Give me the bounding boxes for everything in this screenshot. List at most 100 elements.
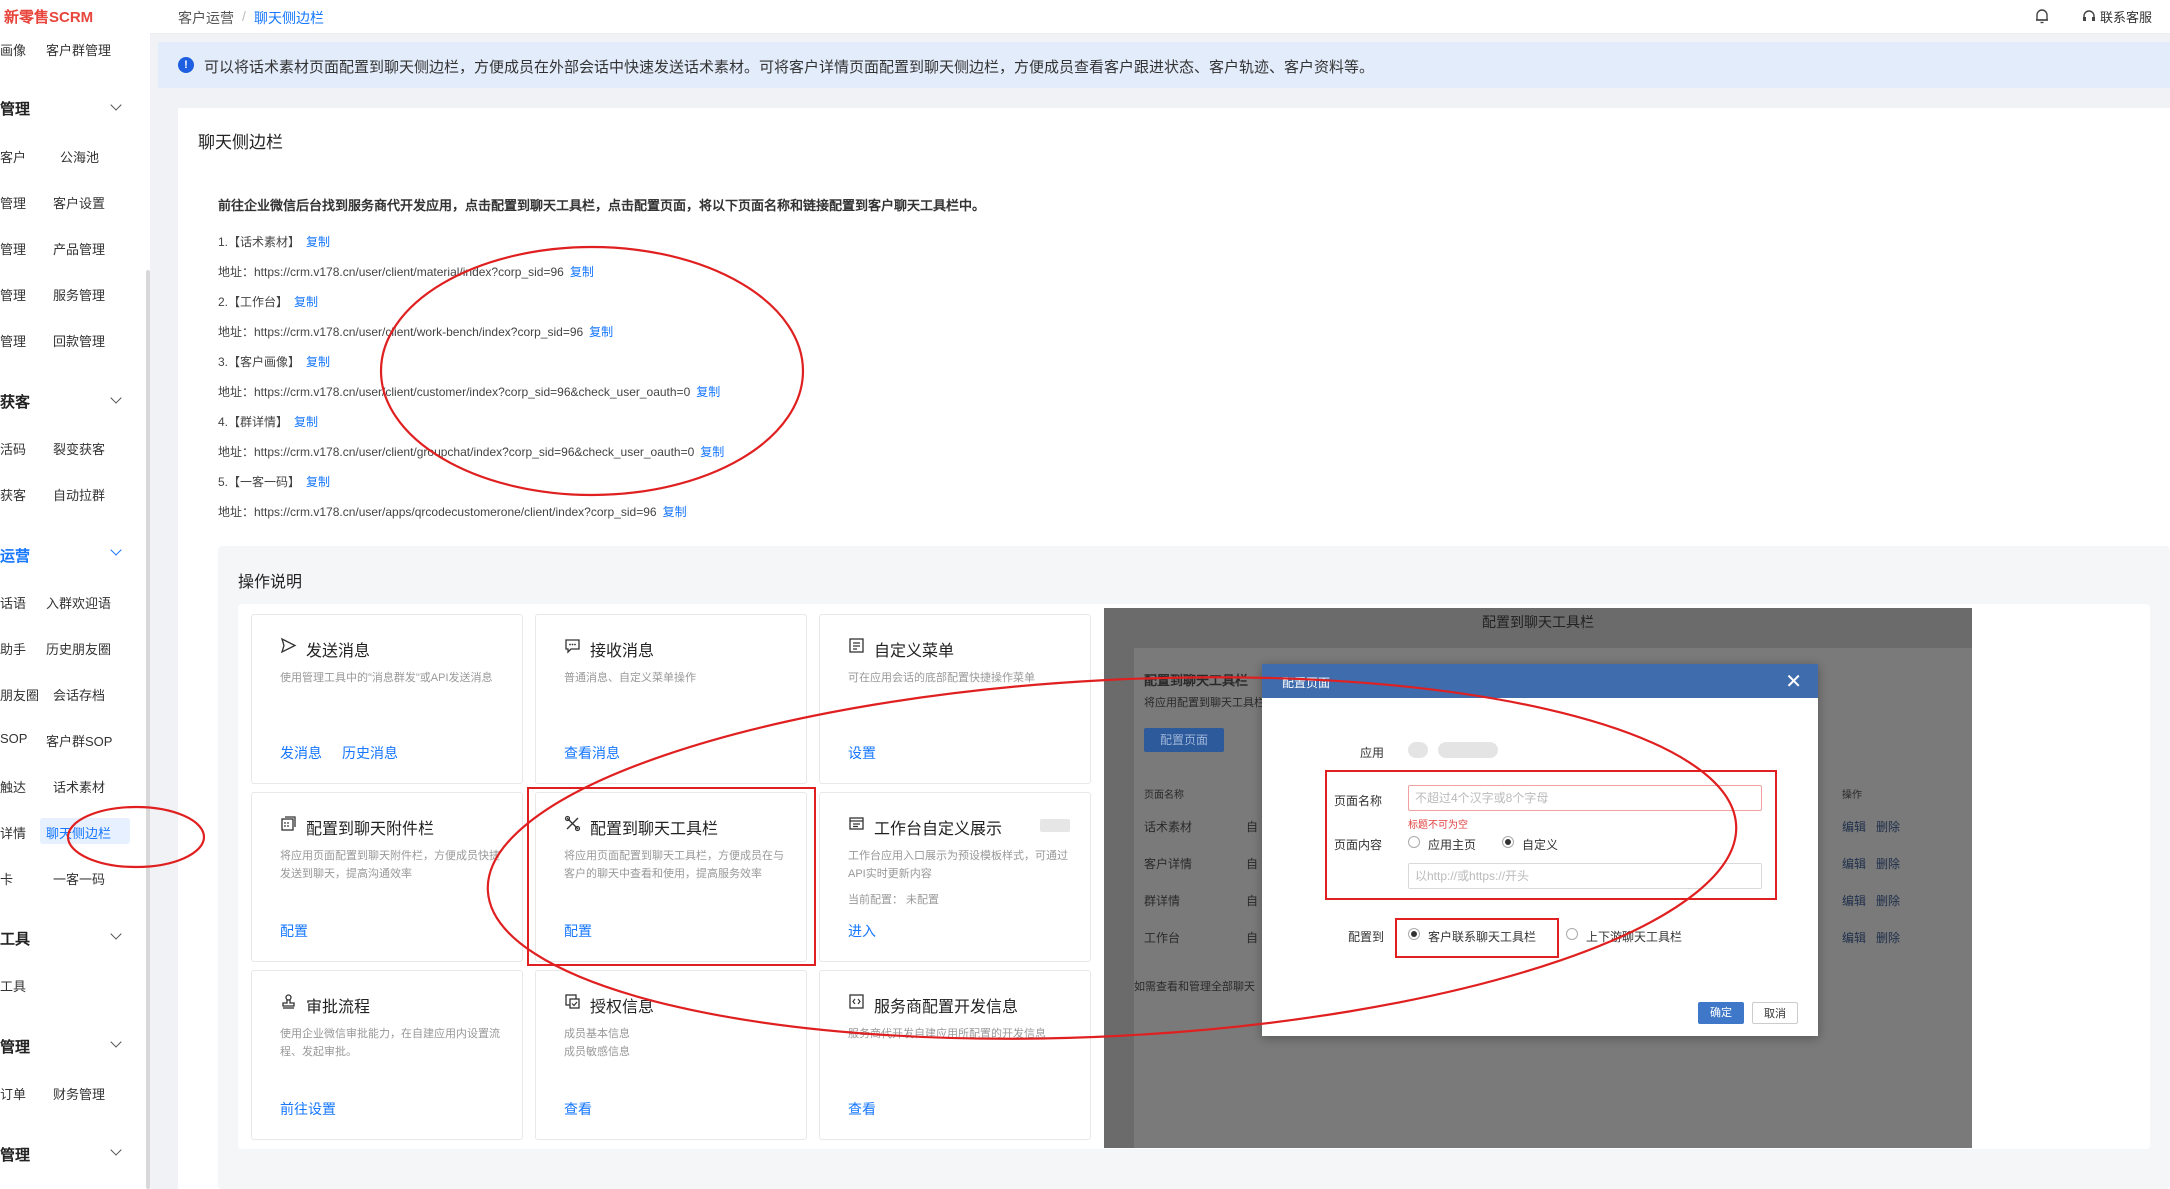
sidebar-item-welcome[interactable]: 入群欢迎语: [46, 593, 111, 612]
sidebar-section[interactable]: 管理: [0, 1144, 30, 1165]
sidebar-item-finance[interactable]: 财务管理: [53, 1084, 105, 1103]
sidebar-item[interactable]: 朋友圈: [0, 685, 39, 704]
sidebar-section[interactable]: 管理: [0, 98, 30, 119]
chevron-down-icon[interactable]: [110, 928, 122, 940]
sidebar-item[interactable]: 工具: [0, 976, 26, 995]
copy-link[interactable]: 复制: [294, 295, 318, 309]
sidebar-item[interactable]: 订单: [0, 1084, 26, 1103]
chevron-down-icon[interactable]: [110, 1144, 122, 1156]
breadcrumb-parent[interactable]: 客户运营: [178, 8, 234, 28]
edit-link[interactable]: 编辑: [1842, 818, 1866, 835]
op-card-desc: 使用企业微信审批能力，在自建应用内设置流程、发起审批。: [280, 1028, 500, 1058]
copy-link[interactable]: 复制: [306, 355, 330, 369]
enter-workbench-link[interactable]: 进入: [848, 921, 876, 941]
contact-service-link[interactable]: 联系客服: [2100, 7, 2152, 26]
edit-link[interactable]: 编辑: [1842, 892, 1866, 909]
sidebar-item-product[interactable]: 产品管理: [53, 239, 105, 258]
close-icon[interactable]: ✕: [1785, 669, 1802, 694]
sidebar-item-payment[interactable]: 回款管理: [53, 331, 105, 350]
sidebar-item[interactable]: 触达: [0, 777, 26, 796]
view-messages-link[interactable]: 查看消息: [564, 743, 620, 763]
copy-link[interactable]: 复制: [294, 415, 318, 429]
overlay-row: 话术素材: [1144, 820, 1193, 834]
op-card-desc: 可在应用会话的底部配置快捷操作菜单: [848, 672, 1035, 684]
sidebar-item[interactable]: 助手: [0, 639, 26, 658]
sidebar-item[interactable]: 画像: [0, 40, 26, 59]
app-icon: [1408, 742, 1428, 758]
sidebar-item-moments-history[interactable]: 历史朋友圈: [46, 639, 111, 658]
delete-link[interactable]: 删除: [1876, 929, 1900, 946]
copy-link[interactable]: 复制: [696, 385, 720, 399]
notice-banner: ! 可以将话术素材页面配置到聊天侧边栏，方便成员在外部会话中快速发送话术素材。可…: [158, 42, 2170, 88]
radio-upstream-toolbar-label[interactable]: 上下游聊天工具栏: [1586, 928, 1682, 945]
sidebar-item-auto-group[interactable]: 自动拉群: [53, 485, 105, 504]
sidebar-item-scripts[interactable]: 话术素材: [53, 777, 105, 796]
overlay-footer: 如需查看和管理全部聊天: [1134, 981, 1255, 993]
sidebar-item[interactable]: 管理: [0, 193, 26, 212]
copy-link[interactable]: 复制: [663, 505, 687, 519]
sidebar-section[interactable]: 管理: [0, 1036, 30, 1057]
configure-attachment-link[interactable]: 配置: [280, 921, 308, 941]
sidebar-item[interactable]: SOP: [0, 731, 27, 746]
delete-link[interactable]: 删除: [1876, 855, 1900, 872]
approval-settings-link[interactable]: 前往设置: [280, 1099, 336, 1119]
copy-link[interactable]: 复制: [306, 235, 330, 249]
sidebar-item[interactable]: 客户: [0, 147, 26, 166]
overlay-row-marker: 自: [1246, 820, 1259, 834]
sidebar-item[interactable]: 话语: [0, 593, 26, 612]
sidebar-item-service[interactable]: 服务管理: [53, 285, 105, 304]
delete-link[interactable]: 删除: [1876, 818, 1900, 835]
sidebar-item-one-code[interactable]: 一客一码: [53, 869, 105, 888]
sidebar-item-chat-archive[interactable]: 会话存档: [53, 685, 105, 704]
sidebar-item-customer-settings[interactable]: 客户设置: [53, 193, 105, 212]
chevron-down-icon[interactable]: [110, 1036, 122, 1048]
ok-button[interactable]: 确定: [1698, 1002, 1744, 1024]
view-developer-info-link[interactable]: 查看: [848, 1099, 876, 1119]
chevron-down-icon[interactable]: [110, 544, 122, 556]
sidebar-item[interactable]: 管理: [0, 331, 26, 350]
page-item-label: 3.【客户画像】: [218, 355, 301, 369]
op-card-attachment-bar: 配置到聊天附件栏 将应用页面配置到聊天附件栏，方便成员快捷发送到聊天，提高沟通效…: [251, 792, 523, 962]
copy-link[interactable]: 复制: [700, 445, 724, 459]
radio-upstream-toolbar[interactable]: [1566, 928, 1578, 940]
page-item-url-text: 地址：https://crm.v178.cn/user/client/custo…: [218, 385, 691, 399]
copy-link[interactable]: 复制: [589, 325, 613, 339]
delete-link[interactable]: 删除: [1876, 892, 1900, 909]
send-message-link[interactable]: 发消息: [280, 743, 322, 763]
sidebar-item[interactable]: 卡: [0, 869, 13, 888]
page-item-name: 3.【客户画像】 复制: [218, 353, 330, 370]
sidebar-section[interactable]: 获客: [0, 391, 30, 412]
col-page-name: 页面名称: [1144, 790, 1184, 801]
cancel-button[interactable]: 取消: [1752, 1002, 1798, 1024]
sidebar-item-fission[interactable]: 裂变获客: [53, 439, 105, 458]
headset-icon[interactable]: [2082, 9, 2096, 23]
view-authorization-link[interactable]: 查看: [564, 1099, 592, 1119]
sidebar-scrollbar[interactable]: [146, 270, 150, 1189]
status-badge: [1040, 819, 1070, 832]
sidebar-section-operations[interactable]: 运营: [0, 545, 30, 566]
sidebar-item-customer-group[interactable]: 客户群管理: [46, 40, 111, 59]
sidebar-item-group-sop[interactable]: 客户群SOP: [46, 731, 112, 750]
sidebar-item[interactable]: 管理: [0, 239, 26, 258]
sidebar-item[interactable]: 管理: [0, 285, 26, 304]
sidebar-section[interactable]: 工具: [0, 928, 30, 949]
chevron-down-icon[interactable]: [110, 392, 122, 404]
sidebar-item[interactable]: 获客: [0, 485, 26, 504]
message-history-link[interactable]: 历史消息: [342, 743, 398, 763]
menu-settings-link[interactable]: 设置: [848, 743, 876, 763]
config-to-label: 配置到: [1348, 930, 1385, 944]
config-page-button[interactable]: 配置页面: [1144, 728, 1224, 752]
page-item-name: 5.【一客一码】 复制: [218, 473, 330, 490]
sidebar-item-public-pool[interactable]: 公海池: [60, 147, 99, 166]
sidebar-item[interactable]: 详情: [0, 823, 26, 842]
op-card-desc: 成员基本信息 成员敏感信息: [564, 1028, 630, 1058]
edit-link[interactable]: 编辑: [1842, 929, 1866, 946]
chat-icon: [565, 639, 580, 654]
bell-icon[interactable]: [2034, 7, 2050, 25]
sidebar-item-chat-sidebar[interactable]: 聊天侧边栏: [46, 823, 111, 842]
copy-link[interactable]: 复制: [570, 265, 594, 279]
edit-link[interactable]: 编辑: [1842, 855, 1866, 872]
chevron-down-icon[interactable]: [110, 99, 122, 111]
sidebar-item[interactable]: 活码: [0, 439, 26, 458]
copy-link[interactable]: 复制: [306, 475, 330, 489]
